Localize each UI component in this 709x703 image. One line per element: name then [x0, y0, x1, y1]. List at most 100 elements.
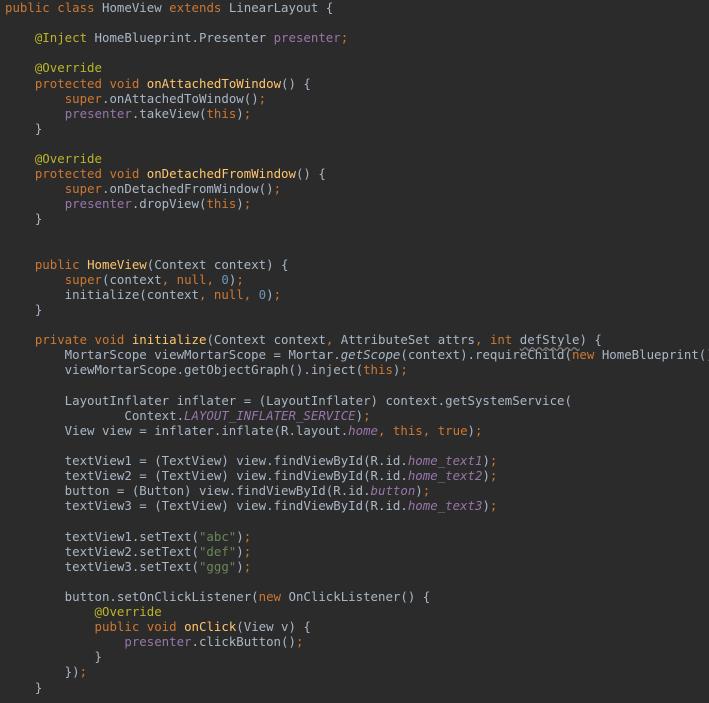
code-token: .clickButton()	[191, 634, 296, 650]
code-token: onClick	[184, 619, 237, 635]
code-token: ) {	[579, 332, 602, 348]
code-token: LAYOUT_INFLATER_SERVICE	[184, 407, 356, 423]
code-token: )	[482, 468, 490, 484]
code-line[interactable]: presenter.takeView(this);	[5, 105, 252, 121]
code-line[interactable]: }	[5, 211, 42, 226]
code-line[interactable]: @Override	[5, 151, 102, 166]
code-token: (context).requireChild(	[400, 347, 572, 363]
code-token: private	[34, 332, 88, 348]
code-token: (Context context	[206, 332, 326, 348]
code-token: super	[64, 90, 102, 106]
code-line[interactable]: super.onAttachedToWindow();	[5, 91, 266, 106]
code-line[interactable]: }	[5, 121, 42, 136]
code-token: ,	[243, 286, 259, 302]
code-token: textView2 = (TextView) view.findViewById…	[5, 468, 408, 484]
code-token: protected	[34, 166, 102, 182]
code-editor[interactable]: public class HomeView extends LinearLayo…	[0, 0, 709, 703]
code-line[interactable]: textView1 = (TextView) view.findViewById…	[5, 453, 498, 468]
code-token: extends	[169, 0, 222, 15]
code-token: @Inject	[34, 30, 88, 46]
code-line[interactable]: textView3 = (TextView) view.findViewById…	[5, 498, 498, 513]
code-line[interactable]: public HomeView(Context context) {	[5, 257, 289, 272]
code-line[interactable]: public void onClick(View v) {	[5, 619, 311, 634]
code-line[interactable]: viewMortarScope.getObjectGraph().inject(…	[5, 362, 408, 377]
code-token: int	[489, 332, 513, 348]
code-token: ,	[475, 332, 490, 348]
code-token: button.setOnClickListener(	[5, 588, 259, 604]
code-token: )	[467, 422, 475, 438]
code-line[interactable]: LayoutInflater inflater = (LayoutInflate…	[5, 393, 572, 408]
code-line[interactable]: }	[5, 680, 42, 695]
code-token: ;	[243, 528, 252, 544]
code-line[interactable]: initialize(context, null, 0);	[5, 287, 281, 302]
code-line[interactable]: presenter.clickButton();	[5, 634, 303, 649]
code-line[interactable]: }	[5, 649, 102, 664]
code-token: presenter	[273, 30, 341, 46]
code-token: textView3.setText(	[5, 558, 199, 574]
code-line[interactable]: @Override	[5, 60, 102, 75]
code-token: )	[266, 286, 274, 302]
code-token: presenter	[124, 634, 192, 650]
code-token: "def"	[198, 543, 237, 559]
code-token: public	[94, 619, 140, 635]
code-token: (context	[102, 271, 162, 287]
code-line[interactable]: textView1.setText("abc");	[5, 528, 252, 544]
code-token: )	[355, 407, 364, 423]
code-token: this	[363, 362, 393, 378]
code-token: (Context context) {	[146, 256, 289, 272]
code-line[interactable]: textView3.setText("ggg");	[5, 558, 252, 574]
code-token: presenter	[64, 196, 132, 212]
code-token: this	[206, 105, 237, 121]
code-line[interactable]: protected void onAttachedToWindow() {	[5, 76, 311, 91]
code-token: }	[5, 649, 102, 665]
code-token: ,	[198, 286, 214, 302]
code-line[interactable]: View view = inflater.inflate(R.layout.ho…	[5, 422, 483, 438]
code-token: @Override	[94, 604, 162, 619]
code-line[interactable]: presenter.dropView(this);	[5, 196, 252, 212]
code-line[interactable]: });	[5, 664, 87, 679]
code-token: (View v) {	[236, 619, 311, 635]
code-token: void	[146, 619, 177, 635]
code-token: ;	[422, 483, 431, 499]
code-token: ;	[273, 286, 282, 302]
code-token: initialize(context	[5, 286, 199, 302]
code-token: ;	[243, 543, 252, 559]
code-line[interactable]: public class HomeView extends LinearLayo…	[5, 0, 333, 15]
code-token: ;	[340, 30, 349, 46]
code-token: void	[94, 332, 125, 348]
code-token: ;	[489, 453, 498, 468]
code-line[interactable]: super(context, null, 0);	[5, 272, 244, 287]
code-token: onDetachedFromWindow	[146, 166, 296, 182]
code-line[interactable]: @Inject HomeBlueprint.Presenter presente…	[5, 30, 348, 45]
code-token: getScope	[340, 347, 401, 363]
code-line[interactable]: }	[5, 302, 42, 317]
code-token: class	[57, 0, 95, 15]
code-token: () {	[281, 75, 311, 91]
code-token: ;	[243, 196, 252, 212]
code-token: )	[236, 528, 244, 544]
code-line[interactable]: button = (Button) view.findViewById(R.id…	[5, 483, 431, 499]
code-line[interactable]: Context.LAYOUT_INFLATER_SERVICE);	[5, 407, 370, 423]
code-line[interactable]: private void initialize(Context context,…	[5, 332, 602, 347]
code-token: this	[206, 196, 237, 212]
code-line[interactable]: @Override	[5, 604, 162, 619]
code-line[interactable]: super.onDetachedFromWindow();	[5, 181, 281, 196]
code-line[interactable]: MortarScope viewMortarScope = Mortar.get…	[5, 347, 709, 362]
code-token: () {	[295, 166, 326, 182]
code-line[interactable]: textView2.setText("def");	[5, 543, 252, 559]
code-line[interactable]: textView2 = (TextView) view.findViewById…	[5, 468, 498, 484]
code-token: textView2.setText(	[5, 543, 199, 559]
code-token: ,	[161, 271, 177, 287]
code-line[interactable]: button.setOnClickListener(new OnClickLis…	[5, 588, 431, 604]
code-token: defStyle	[519, 332, 580, 348]
code-line[interactable]: protected void onDetachedFromWindow() {	[5, 166, 326, 181]
